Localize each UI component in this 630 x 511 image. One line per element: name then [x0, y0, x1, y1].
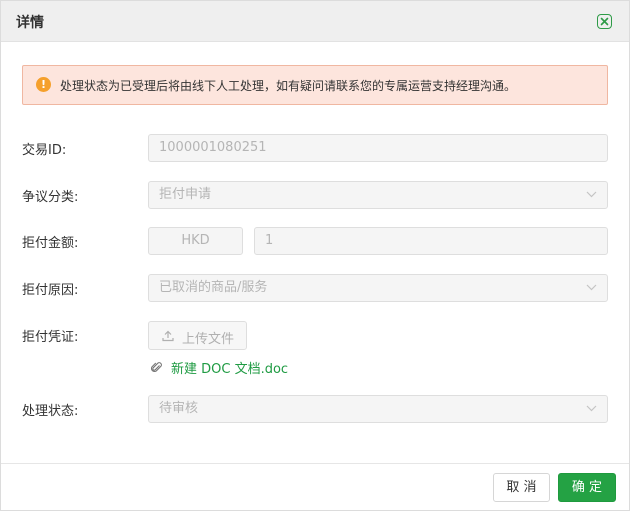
amount-field: 1 [254, 227, 608, 255]
confirm-button[interactable]: 确 定 [558, 473, 616, 502]
dialog-title: 详情 [16, 15, 44, 31]
dispute-type-value: 拒付申请 [159, 187, 212, 202]
notice-alert: ! 处理状态为已受理后将由线下人工处理，如有疑问请联系您的专属运营支持经理沟通。 [22, 65, 608, 105]
process-status-value: 待审核 [159, 401, 199, 416]
amount-value: 1 [265, 233, 274, 248]
warning-icon: ! [36, 77, 51, 92]
chevron-down-icon [586, 191, 597, 198]
process-status-label: 处理状态: [22, 404, 79, 419]
paperclip-icon [151, 362, 162, 373]
attached-file-name[interactable]: 新建 DOC 文档.doc [171, 358, 288, 377]
chargeback-reason-select: 已取消的商品/服务 [148, 274, 608, 302]
currency-value: HKD [181, 233, 210, 248]
dispute-type-select: 拒付申请 [148, 181, 608, 209]
transaction-id-label: 交易ID: [22, 143, 67, 158]
dispute-type-label: 争议分类: [22, 190, 79, 205]
dialog-header: 详情 [1, 1, 629, 42]
close-icon[interactable] [597, 14, 612, 29]
detail-dialog: 详情 ! 处理状态为已受理后将由线下人工处理，如有疑问请联系您的专属运营支持经理… [0, 0, 630, 511]
alert-message: 处理状态为已受理后将由线下人工处理，如有疑问请联系您的专属运营支持经理沟通。 [60, 79, 517, 93]
currency-field: HKD [148, 227, 243, 255]
upload-file-button[interactable]: 上传文件 [148, 321, 247, 350]
upload-icon [162, 330, 174, 342]
chargeback-amount-label: 拒付金额: [22, 236, 79, 251]
cancel-button[interactable]: 取 消 [493, 473, 550, 502]
chevron-down-icon [586, 284, 597, 291]
footer-divider [1, 463, 629, 464]
chargeback-proof-label: 拒付凭证: [22, 330, 79, 345]
chevron-down-icon [586, 405, 597, 412]
chargeback-reason-label: 拒付原因: [22, 283, 79, 298]
process-status-select: 待审核 [148, 395, 608, 423]
chargeback-reason-value: 已取消的商品/服务 [159, 280, 268, 295]
upload-file-label: 上传文件 [182, 332, 235, 347]
transaction-id-value: 1000001080251 [159, 140, 267, 155]
transaction-id-field: 1000001080251 [148, 134, 608, 162]
